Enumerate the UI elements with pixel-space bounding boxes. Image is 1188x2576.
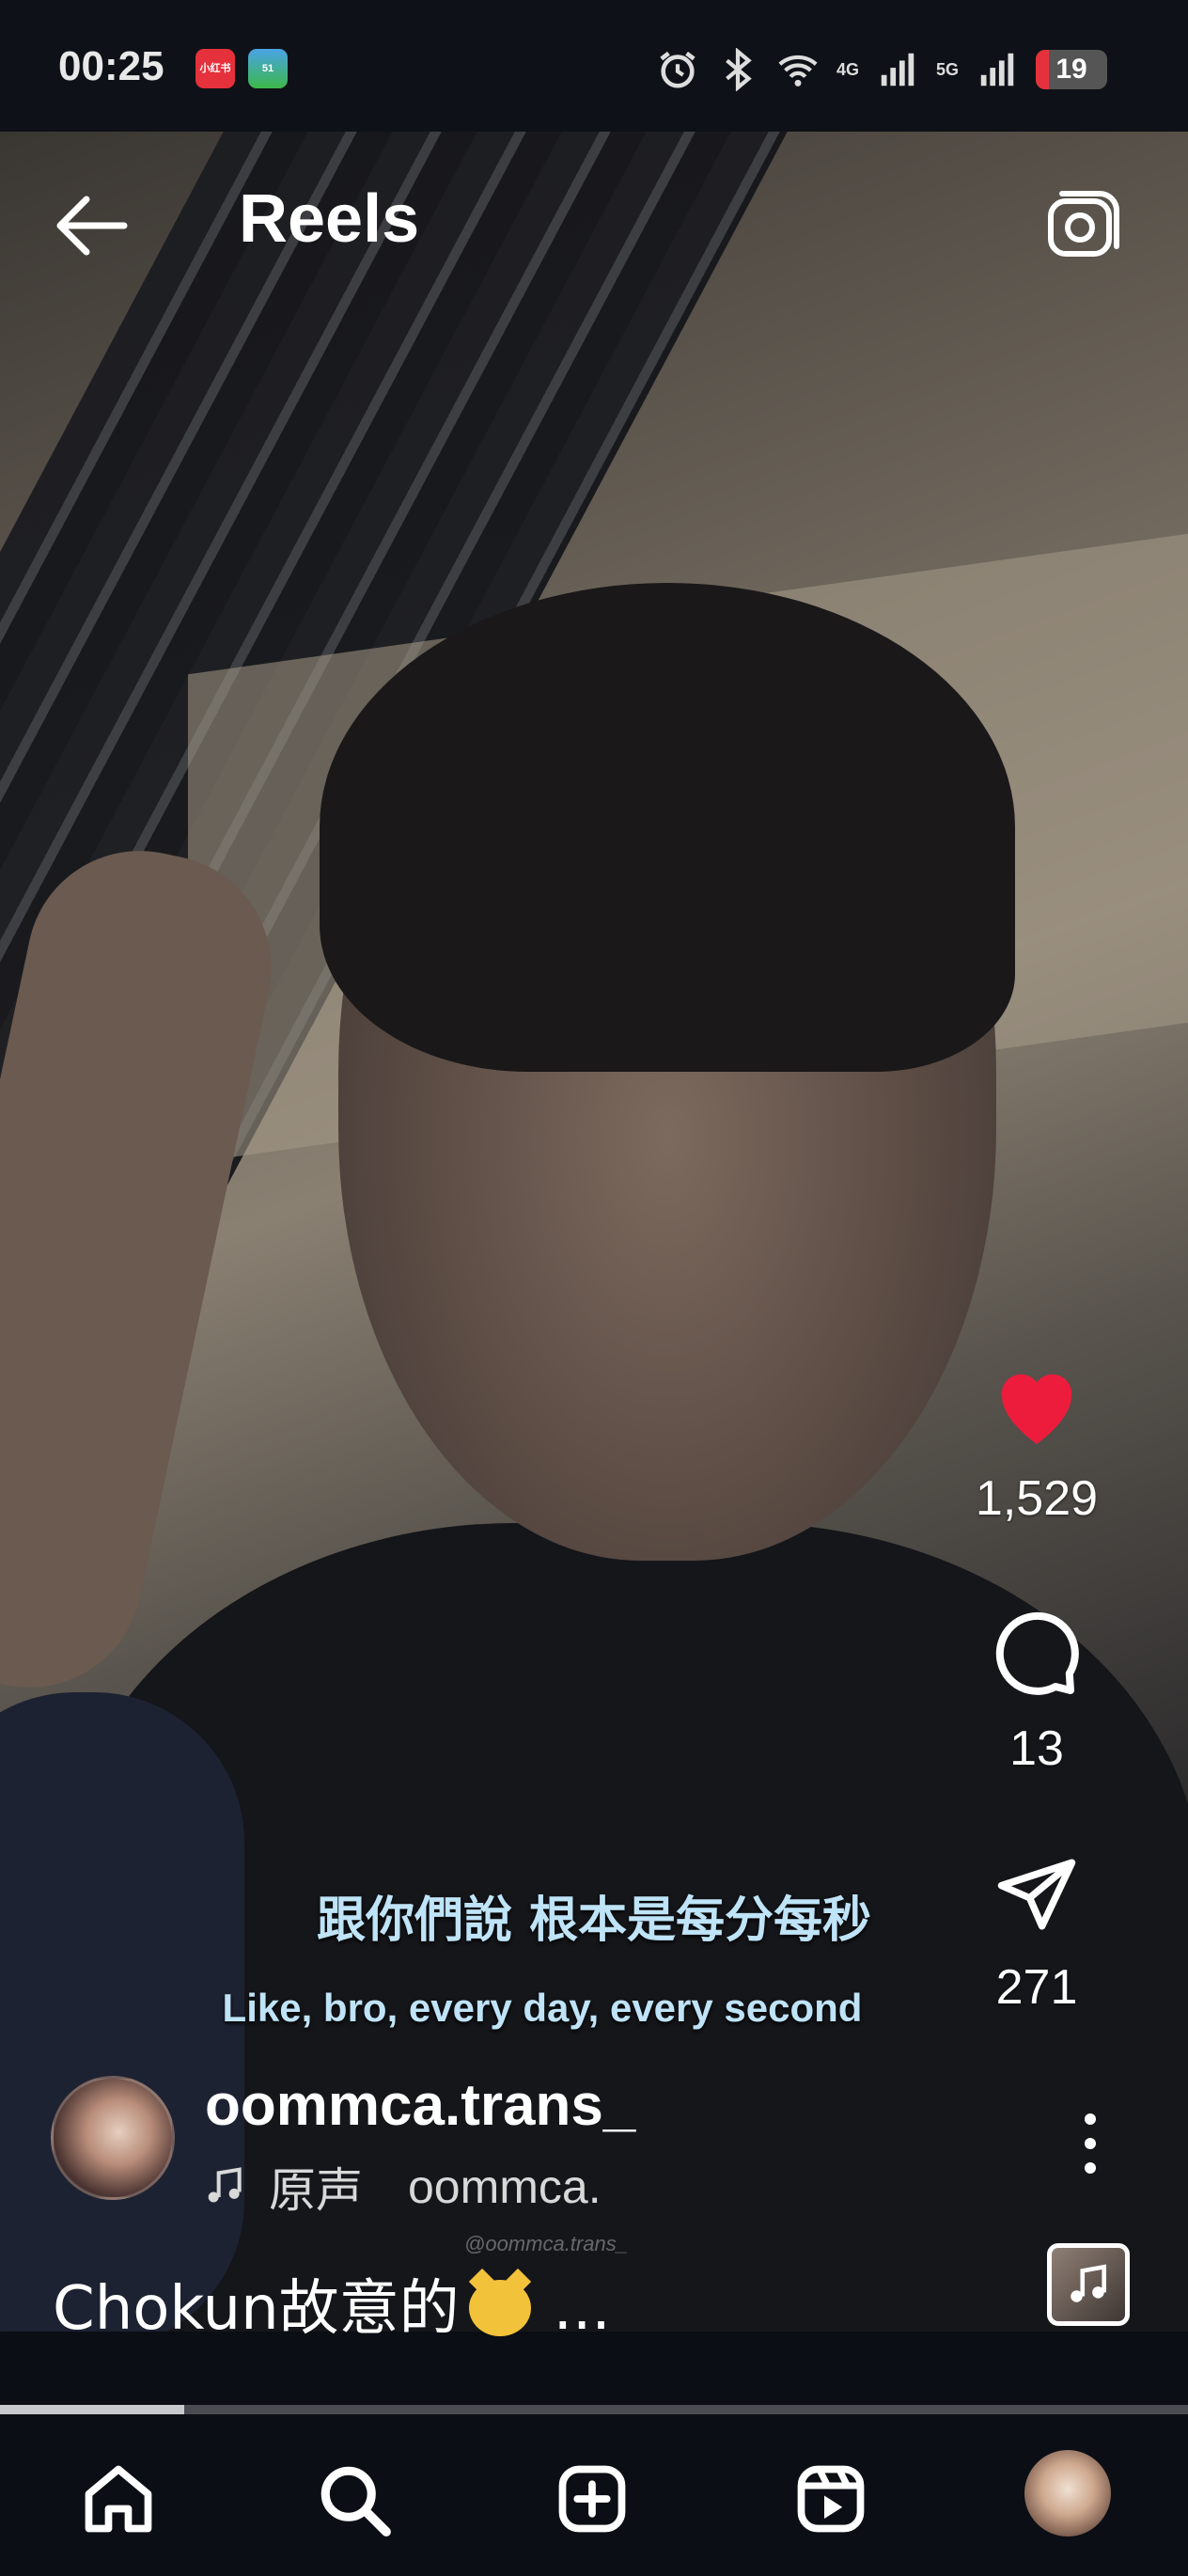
nav-home[interactable] bbox=[71, 2452, 165, 2546]
send-paper-plane-icon[interactable] bbox=[990, 1852, 1084, 1937]
reel-caption[interactable]: Chokun故意的... bbox=[53, 2260, 611, 2347]
search-icon bbox=[320, 2466, 391, 2537]
comment-bubble-icon[interactable] bbox=[990, 1608, 1084, 1698]
nav-profile-avatar[interactable] bbox=[1024, 2450, 1111, 2537]
audio-artist: oommca. bbox=[408, 2160, 602, 2213]
caption-more[interactable]: ... bbox=[554, 2274, 611, 2344]
share-count: 271 bbox=[995, 1960, 1078, 2015]
music-note-icon bbox=[1071, 2264, 1106, 2302]
add-post-icon bbox=[558, 2465, 626, 2533]
bottom-navigation bbox=[0, 2414, 1188, 2576]
smirking-cat-emoji-icon bbox=[468, 2280, 531, 2336]
bluetooth-icon bbox=[726, 48, 752, 91]
playback-progress-bar[interactable] bbox=[0, 2405, 1188, 2414]
heart-icon[interactable] bbox=[990, 1363, 1084, 1448]
video-watermark: @oommca.trans_ bbox=[464, 2232, 628, 2255]
playback-progress-fill bbox=[0, 2405, 184, 2414]
more-options-icon[interactable] bbox=[1057, 2106, 1123, 2181]
author-username[interactable]: oommca.trans_ bbox=[205, 2072, 635, 2139]
reel-actions: 1,529 13 271 bbox=[910, 0, 1164, 2576]
like-count: 1,529 bbox=[975, 1471, 1099, 1526]
caption-text: Chokun故意的 bbox=[53, 2274, 460, 2344]
nav-search[interactable] bbox=[306, 2452, 400, 2546]
status-time: 00:25 bbox=[58, 43, 164, 89]
alarm-icon bbox=[660, 51, 696, 88]
video-person-arm bbox=[0, 829, 292, 1709]
back-arrow-icon[interactable] bbox=[49, 188, 133, 263]
share-action: 271 bbox=[910, 1852, 1164, 2016]
audio-track-thumbnail[interactable] bbox=[1047, 2243, 1130, 2326]
author-avatar[interactable] bbox=[51, 2076, 175, 2200]
like-action: 1,529 bbox=[910, 1363, 1164, 1527]
page-title: Reels bbox=[239, 181, 420, 257]
nav-create[interactable] bbox=[545, 2452, 639, 2546]
app-badge-xiaohongshu: 小红书 bbox=[195, 49, 235, 88]
wifi-icon bbox=[778, 55, 818, 86]
app-badge-51: 51 bbox=[248, 49, 288, 88]
nav-reels[interactable] bbox=[784, 2452, 878, 2546]
audio-info[interactable]: 原声 oommca. bbox=[205, 2159, 602, 2218]
home-icon bbox=[85, 2465, 152, 2533]
network-4g-label: 4G bbox=[836, 59, 859, 79]
comment-action: 13 bbox=[910, 1608, 1164, 1777]
audio-label: 原声 bbox=[269, 2163, 363, 2218]
reels-icon bbox=[797, 2465, 865, 2533]
comment-count: 13 bbox=[1009, 1721, 1064, 1776]
music-note-icon bbox=[208, 2167, 242, 2203]
